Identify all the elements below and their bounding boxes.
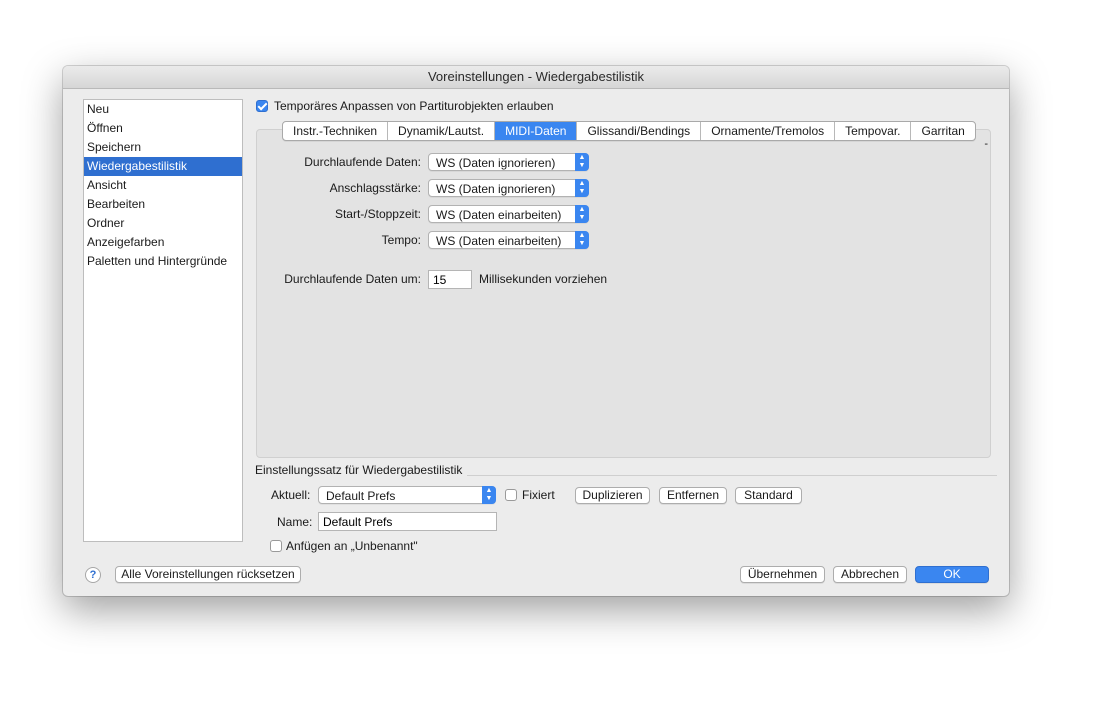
start-stop-label: Start-/Stoppzeit:	[334, 207, 421, 221]
standard-button[interactable]: Standard	[735, 487, 802, 504]
tempo-label: Tempo:	[381, 233, 421, 247]
sidebar-item-ansicht[interactable]: Ansicht	[84, 176, 242, 195]
panel-marker: -	[984, 138, 988, 150]
sidebar-item-ordner[interactable]: Ordner	[84, 214, 242, 233]
start-stop-value: WS (Daten einarbeiten)	[436, 208, 562, 222]
temp-adjust-label: Temporäres Anpassen von Partiturobjekten…	[274, 99, 554, 113]
preset-group-divider	[467, 475, 997, 476]
fixed-checkbox[interactable]	[505, 489, 517, 501]
tab-dynamik[interactable]: Dynamik/Lautst.	[388, 122, 496, 140]
sidebar-item-speichern[interactable]: Speichern	[84, 138, 242, 157]
help-icon[interactable]: ?	[85, 567, 101, 583]
velocity-select[interactable]: WS (Daten ignorieren) ▲ ▼	[428, 179, 589, 197]
sidebar-item-paletten[interactable]: Paletten und Hintergründe	[84, 252, 242, 271]
preset-group-title: Einstellungssatz für Wiedergabestilistik	[255, 463, 463, 477]
sidebar-item-neu[interactable]: Neu	[84, 100, 242, 119]
tab-tempovar[interactable]: Tempovar.	[835, 122, 912, 140]
tab-midi-daten[interactable]: MIDI-Daten	[495, 122, 578, 140]
append-checkbox[interactable]	[270, 540, 282, 552]
velocity-label: Anschlagsstärke:	[329, 181, 421, 195]
advance-unit-label: Millisekunden vorziehen	[479, 272, 608, 286]
advance-ms-input[interactable]	[428, 270, 472, 289]
sidebar-item-wiedergabestilistik[interactable]: Wiedergabestilistik	[84, 157, 242, 176]
continuous-data-select[interactable]: WS (Daten ignorieren) ▲ ▼	[428, 153, 589, 171]
sidebar-item-anzeigefarben[interactable]: Anzeigefarben	[84, 233, 242, 252]
start-stop-select[interactable]: WS (Daten einarbeiten) ▲ ▼	[428, 205, 589, 223]
velocity-value: WS (Daten ignorieren)	[436, 182, 556, 196]
duplicate-button[interactable]: Duplizieren	[575, 487, 650, 504]
tab-instr-techniken[interactable]: Instr.-Techniken	[283, 122, 389, 140]
name-label: Name:	[277, 515, 313, 529]
cancel-button[interactable]: Abbrechen	[833, 566, 907, 583]
advance-label: Durchlaufende Daten um:	[284, 272, 421, 286]
tab-ornamente[interactable]: Ornamente/Tremolos	[701, 122, 836, 140]
window-title: Voreinstellungen - Wiedergabestilistik	[63, 66, 1009, 89]
append-label: Anfügen an „Unbenannt"	[286, 539, 418, 553]
select-stepper-icon: ▲ ▼	[575, 231, 589, 249]
tempo-select[interactable]: WS (Daten einarbeiten) ▲ ▼	[428, 231, 589, 249]
remove-button[interactable]: Entfernen	[659, 487, 727, 504]
temp-adjust-checkbox[interactable]	[256, 100, 268, 112]
preset-name-input[interactable]	[318, 512, 497, 531]
current-preset-value: Default Prefs	[326, 489, 396, 503]
reset-all-button[interactable]: Alle Voreinstellungen rücksetzen	[115, 566, 301, 583]
continuous-data-value: WS (Daten ignorieren)	[436, 156, 556, 170]
select-stepper-icon: ▲ ▼	[482, 486, 496, 504]
current-preset-label: Aktuell:	[271, 488, 311, 502]
preferences-category-list[interactable]: Neu Öffnen Speichern Wiedergabestilistik…	[83, 99, 243, 542]
tab-bar: Instr.-Techniken Dynamik/Lautst. MIDI-Da…	[282, 121, 976, 141]
tab-garritan[interactable]: Garritan	[911, 122, 974, 140]
apply-button[interactable]: Übernehmen	[740, 566, 825, 583]
select-stepper-icon: ▲ ▼	[575, 153, 589, 171]
current-preset-select[interactable]: Default Prefs ▲ ▼	[318, 486, 496, 504]
ok-button[interactable]: OK	[915, 566, 989, 583]
fixed-label: Fixiert	[522, 488, 555, 502]
select-stepper-icon: ▲ ▼	[575, 205, 589, 223]
sidebar-item-bearbeiten[interactable]: Bearbeiten	[84, 195, 242, 214]
tab-glissandi[interactable]: Glissandi/Bendings	[577, 122, 702, 140]
preferences-window: Voreinstellungen - Wiedergabestilistik N…	[63, 66, 1009, 596]
continuous-data-label: Durchlaufende Daten:	[304, 155, 421, 169]
sidebar-item-oeffnen[interactable]: Öffnen	[84, 119, 242, 138]
select-stepper-icon: ▲ ▼	[575, 179, 589, 197]
tempo-value: WS (Daten einarbeiten)	[436, 234, 562, 248]
